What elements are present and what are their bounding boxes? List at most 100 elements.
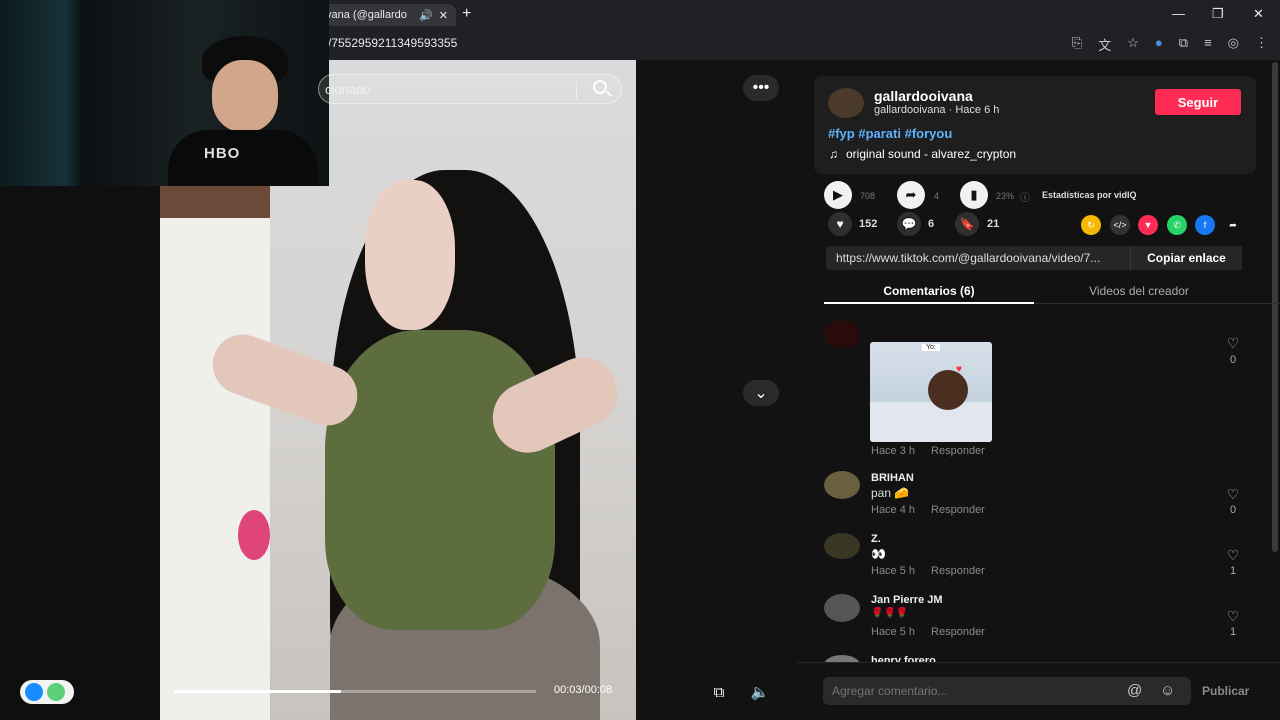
video-scene-shelf: [160, 184, 270, 218]
volume-icon[interactable]: 🔈: [747, 679, 773, 705]
extension-icon[interactable]: ●: [1155, 35, 1163, 54]
comment-meta: Hace 4 h Responder: [871, 504, 985, 516]
avatar[interactable]: [824, 471, 860, 499]
active-tab-indicator: [824, 302, 1034, 304]
whatsapp-icon[interactable]: ✆: [1167, 215, 1187, 235]
link-box: https://www.tiktok.com/@gallardooivana/v…: [826, 246, 1242, 270]
address-text: /7552959211349593355: [328, 36, 458, 50]
creator-avatar[interactable]: [828, 88, 864, 118]
bookmark-icon[interactable]: 🔖: [955, 212, 979, 236]
plays-count: 708: [860, 191, 876, 201]
comment-time: Hace 5 h: [871, 565, 916, 577]
comment-gif[interactable]: Yo: ♥: [870, 342, 992, 442]
profile-icon[interactable]: ◎: [1228, 35, 1239, 54]
next-video-button[interactable]: ⌄: [743, 380, 779, 406]
extension-widget[interactable]: [20, 680, 74, 704]
share-arrow-icon[interactable]: ➦: [897, 181, 925, 209]
webcam-body: [168, 130, 318, 186]
close-window-button[interactable]: ✕: [1253, 6, 1264, 22]
comment-author[interactable]: BRIHAN: [871, 472, 914, 484]
webcam-overlay: HBO: [0, 0, 329, 186]
new-tab-button[interactable]: +: [462, 5, 471, 23]
puzzle-icon[interactable]: ⧉: [1179, 35, 1188, 54]
bar-chart-icon[interactable]: ▮: [960, 181, 988, 209]
reply-button[interactable]: Responder: [931, 504, 985, 516]
media-icon[interactable]: ≡: [1204, 35, 1212, 54]
avatar[interactable]: [824, 320, 860, 348]
comment-meta: Hace 5 h Responder: [871, 565, 985, 577]
shares-count: 4: [934, 191, 940, 201]
comment-author[interactable]: Jan Pierre JM: [871, 594, 943, 606]
vidiq-label: Estadísticas por vidIQ: [1042, 190, 1137, 200]
scrollbar[interactable]: [1272, 62, 1278, 552]
hashtags[interactable]: #fyp #parati #foryou: [828, 126, 952, 141]
comment-like-count: 0: [1229, 354, 1237, 366]
comment-text: 👀: [871, 547, 886, 561]
comment-like-icon[interactable]: ♡: [1224, 486, 1242, 503]
video-progress-bar[interactable]: [174, 690, 536, 693]
likes-count: 152: [859, 218, 878, 230]
creator-name[interactable]: gallardooivana: [874, 88, 973, 104]
publish-button[interactable]: Publicar: [1202, 684, 1249, 698]
video-scene-flower: [238, 510, 270, 560]
like-heart-icon[interactable]: ♥: [828, 212, 852, 236]
comment-icon[interactable]: 💬: [897, 212, 921, 236]
tab-close-icon[interactable]: ✕: [439, 9, 448, 22]
search-box[interactable]: cionado: [318, 74, 622, 104]
gif-caption: Yo:: [922, 344, 940, 351]
tab-comments[interactable]: Comentarios (6): [824, 284, 1034, 298]
reply-button[interactable]: Responder: [931, 626, 985, 638]
comment-text: 🌹🌹🌹: [871, 608, 909, 619]
comment-like-icon[interactable]: ♡: [1224, 547, 1242, 564]
copy-link-button[interactable]: Copiar enlace: [1130, 246, 1242, 270]
comment-author[interactable]: Z.: [871, 533, 881, 545]
minimize-button[interactable]: —: [1172, 6, 1185, 21]
comment-meta: Hace 3 h Responder: [871, 445, 985, 457]
more-options-button[interactable]: •••: [743, 75, 779, 101]
comment-like-count: 1: [1229, 565, 1237, 577]
comment-like-count: 0: [1229, 504, 1237, 516]
extension-toggle-icon[interactable]: [25, 683, 43, 701]
mention-icon[interactable]: @: [1127, 682, 1142, 699]
emoji-icon[interactable]: ☺: [1160, 682, 1175, 699]
tab-title: vana (@gallardo: [326, 9, 407, 21]
embed-icon[interactable]: </>: [1110, 215, 1130, 235]
video-progress-fill: [174, 690, 341, 693]
avatar[interactable]: [824, 533, 860, 559]
video-time: 00:03/00:08: [554, 684, 613, 696]
speaker-icon[interactable]: 🔊: [419, 9, 433, 22]
panel-tabs: Comentarios (6) Videos del creador: [824, 280, 1280, 304]
play-icon[interactable]: ▶: [824, 181, 852, 209]
restore-button[interactable]: ❐: [1212, 6, 1224, 22]
facebook-icon[interactable]: f: [1195, 215, 1215, 235]
star-icon[interactable]: ☆: [1127, 35, 1139, 54]
video-link[interactable]: https://www.tiktok.com/@gallardooivana/v…: [836, 251, 1131, 265]
avatar[interactable]: [824, 594, 860, 622]
search-separator: [576, 81, 577, 99]
install-icon[interactable]: ⎘: [1072, 35, 1082, 54]
tab-creator-videos[interactable]: Videos del creador: [1034, 284, 1244, 298]
info-icon[interactable]: ⓘ: [1020, 189, 1030, 204]
video-scene-shirt: [325, 330, 555, 630]
more-share-icon[interactable]: ➦: [1223, 215, 1243, 235]
follow-button[interactable]: Seguir: [1155, 89, 1241, 115]
menu-icon[interactable]: ⋮: [1255, 35, 1268, 54]
power-icon[interactable]: [47, 683, 65, 701]
comment-like-icon[interactable]: ♡: [1224, 335, 1242, 352]
send-icon[interactable]: ▼: [1138, 215, 1158, 235]
comment-time: Hace 3 h: [871, 445, 916, 457]
sound-row[interactable]: ♫ original sound - alvarez_crypton: [829, 147, 1016, 161]
browser-tab[interactable]: vana (@gallardo 🔊 ✕: [318, 4, 456, 26]
comment-like-icon[interactable]: ♡: [1224, 608, 1242, 625]
comment-time: Hace 4 h: [871, 504, 916, 516]
gif-kid: [928, 370, 968, 410]
gif-blanket: [870, 402, 992, 442]
translate-icon[interactable]: 文: [1098, 35, 1111, 54]
search-input[interactable]: cionado: [325, 82, 371, 97]
reply-button[interactable]: Responder: [931, 565, 985, 577]
repost-icon[interactable]: ↻: [1081, 215, 1101, 235]
pip-icon[interactable]: ⧉: [706, 679, 732, 705]
comments-count: 6: [928, 218, 935, 230]
reply-button[interactable]: Responder: [931, 445, 985, 457]
search-icon[interactable]: [593, 80, 607, 94]
